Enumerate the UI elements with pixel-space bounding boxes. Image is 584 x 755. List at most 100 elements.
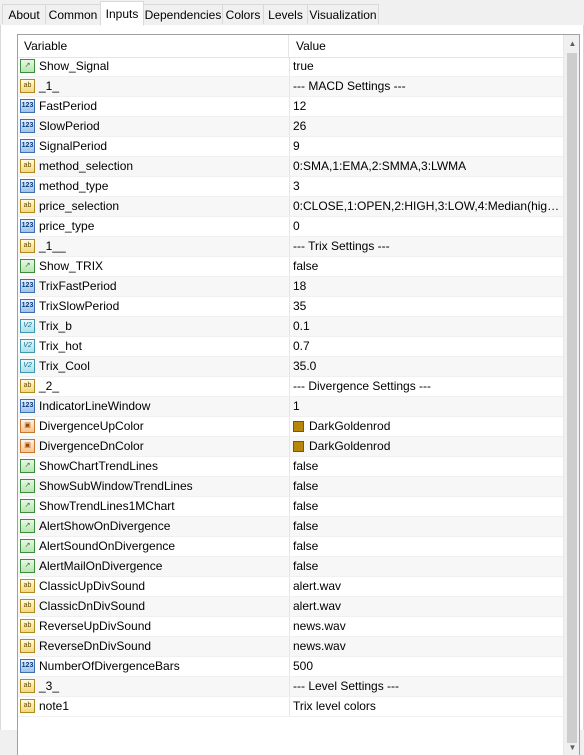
column-divider [289,257,290,276]
variable-value[interactable]: true [293,57,563,76]
table-row[interactable]: ↗ ShowSubWindowTrendLines false [18,477,563,497]
variable-value[interactable]: --- Trix Settings --- [293,237,563,256]
string-type-icon: ab [20,679,35,693]
integer-type-icon: 123 [20,119,35,133]
tab-colors[interactable]: Colors [222,4,264,24]
variable-name: AlertShowOnDivergence [39,519,171,533]
double-type-icon: V2 [20,339,35,353]
tab-inputs[interactable]: Inputs [100,1,144,26]
variable-value[interactable]: false [293,477,563,496]
scrollbar-thumb[interactable] [567,53,577,743]
table-row[interactable]: ↗ AlertShowOnDivergence false [18,517,563,537]
tab-dependencies[interactable]: Dependencies [143,4,223,24]
column-divider [289,97,290,116]
variable-value[interactable]: news.wav [293,637,563,656]
variable-name: Trix_b [39,319,72,333]
variable-value[interactable]: 35 [293,297,563,316]
variable-value[interactable]: DarkGoldenrod [293,417,563,436]
table-row[interactable]: ab _2_ --- Divergence Settings --- [18,377,563,397]
variable-value[interactable]: 12 [293,97,563,116]
variable-name: _1__ [39,239,66,253]
scroll-up-arrow-icon[interactable]: ▲ [564,35,579,52]
column-divider [289,597,290,616]
variable-value[interactable]: alert.wav [293,597,563,616]
table-row[interactable]: ↗ Show_Signal true [18,57,563,77]
variable-name: TrixSlowPeriod [39,299,120,313]
variable-value[interactable]: --- Divergence Settings --- [293,377,563,396]
table-row[interactable]: ab _1__ --- Trix Settings --- [18,237,563,257]
table-row[interactable]: 123 method_type 3 [18,177,563,197]
integer-type-icon: 123 [20,99,35,113]
tab-common[interactable]: Common [45,4,101,24]
table-row[interactable]: ab price_selection 0:CLOSE,1:OPEN,2:HIGH,3… [18,197,563,217]
column-header-variable[interactable]: Variable [18,35,289,57]
column-divider [289,457,290,476]
variable-value[interactable]: false [293,497,563,516]
string-type-icon: ab [20,639,35,653]
variable-value[interactable]: false [293,257,563,276]
column-divider [289,277,290,296]
tab-levels[interactable]: Levels [263,4,308,24]
table-row[interactable]: 123 TrixSlowPeriod 35 [18,297,563,317]
variable-value[interactable]: 0.1 [293,317,563,336]
variable-value[interactable]: false [293,457,563,476]
column-divider [289,617,290,636]
variable-name: Trix_Cool [39,359,90,373]
table-row[interactable]: ↗ AlertMailOnDivergence false [18,557,563,577]
variable-name: ShowChartTrendLines [39,459,158,473]
table-row[interactable]: ab ReverseUpDivSound news.wav [18,617,563,637]
variable-value[interactable]: 0:SMA,1:EMA,2:SMMA,3:LWMA [293,157,563,176]
variable-value[interactable]: 26 [293,117,563,136]
variable-value[interactable]: 500 [293,657,563,676]
table-row[interactable]: ab ReverseDnDivSound news.wav [18,637,563,657]
variable-value[interactable]: alert.wav [293,577,563,596]
table-row[interactable]: ab ClassicDnDivSound alert.wav [18,597,563,617]
table-row[interactable]: V2 Trix_hot 0.7 [18,337,563,357]
variable-value[interactable]: 0.7 [293,337,563,356]
table-row[interactable]: ↗ ShowTrendLines1MChart false [18,497,563,517]
table-row[interactable]: ab ClassicUpDivSound alert.wav [18,577,563,597]
table-row[interactable]: 123 IndicatorLineWindow 1 [18,397,563,417]
variable-value[interactable]: false [293,537,563,556]
table-row[interactable]: 123 FastPeriod 12 [18,97,563,117]
variable-value[interactable]: 1 [293,397,563,416]
table-row[interactable]: 123 TrixFastPeriod 18 [18,277,563,297]
table-row[interactable]: ab _3_ --- Level Settings --- [18,677,563,697]
variable-value[interactable]: 18 [293,277,563,296]
table-row[interactable]: ▣ DivergenceUpColor DarkGoldenrod [18,417,563,437]
variable-value[interactable]: 3 [293,177,563,196]
column-divider [289,317,290,336]
table-row[interactable]: ↗ Show_TRIX false [18,257,563,277]
table-row[interactable]: ab _1_ --- MACD Settings --- [18,77,563,97]
string-type-icon: ab [20,79,35,93]
variable-value[interactable]: DarkGoldenrod [293,437,563,456]
table-row[interactable]: 123 SignalPeriod 9 [18,137,563,157]
table-row[interactable]: V2 Trix_Cool 35.0 [18,357,563,377]
tab-visualization[interactable]: Visualization [307,4,379,24]
table-row[interactable]: ↗ ShowChartTrendLines false [18,457,563,477]
variable-value[interactable]: 9 [293,137,563,156]
table-row[interactable]: ab note1 Trix level colors [18,697,563,717]
variable-value[interactable]: 35.0 [293,357,563,376]
tab-about[interactable]: About [2,4,46,24]
variable-value[interactable]: news.wav [293,617,563,636]
table-row[interactable]: ▣ DivergenceDnColor DarkGoldenrod [18,437,563,457]
variable-value[interactable]: Trix level colors [293,697,563,716]
vertical-scrollbar[interactable]: ▲ ▼ [563,35,579,755]
table-row[interactable]: 123 SlowPeriod 26 [18,117,563,137]
table-row[interactable]: V2 Trix_b 0.1 [18,317,563,337]
variable-value[interactable]: false [293,557,563,576]
variable-value[interactable]: --- MACD Settings --- [293,77,563,96]
table-row[interactable]: 123 NumberOfDivergenceBars 500 [18,657,563,677]
variable-value[interactable]: --- Level Settings --- [293,677,563,696]
column-divider [289,377,290,396]
table-row[interactable]: ↗ AlertSoundOnDivergence false [18,537,563,557]
variable-value[interactable]: false [293,517,563,536]
table-row[interactable]: ab method_selection 0:SMA,1:EMA,2:SMMA,3:L… [18,157,563,177]
scroll-down-arrow-icon[interactable]: ▼ [564,739,579,755]
column-divider [289,497,290,516]
table-row[interactable]: 123 price_type 0 [18,217,563,237]
variable-value[interactable]: 0 [293,217,563,236]
variable-value[interactable]: 0:CLOSE,1:OPEN,2:HIGH,3:LOW,4:Median(hig… [293,197,563,216]
column-header-value[interactable]: Value [290,35,563,57]
